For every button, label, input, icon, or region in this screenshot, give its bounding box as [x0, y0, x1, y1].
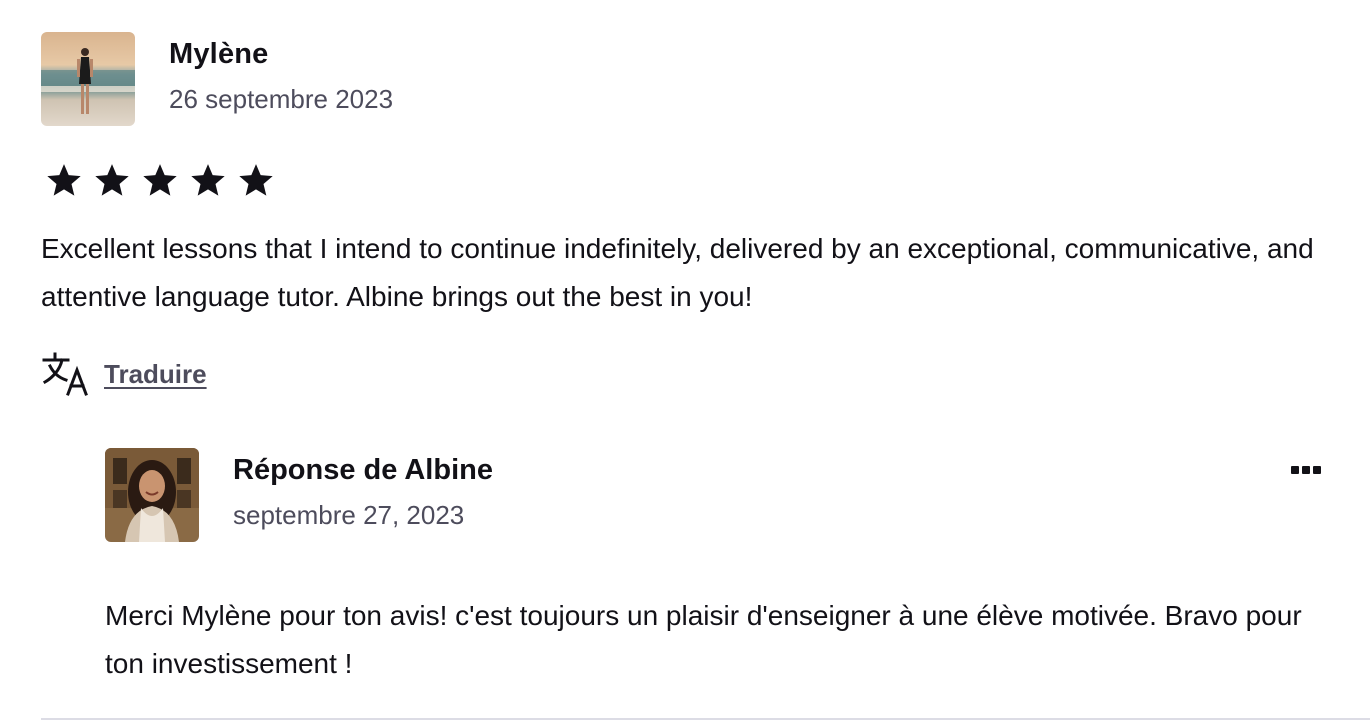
- divider: [41, 718, 1370, 720]
- tutor-avatar: [105, 448, 199, 542]
- more-options-icon: [1313, 466, 1321, 474]
- reply-text: Merci Mylène pour ton avis! c'est toujou…: [105, 600, 1302, 679]
- reviewer-name: Mylène: [169, 38, 269, 70]
- translate-label[interactable]: Traduire: [104, 359, 207, 390]
- more-options-icon: [1302, 466, 1310, 474]
- more-options-icon: [1291, 466, 1299, 474]
- reply-date: septembre 27, 2023: [233, 500, 465, 530]
- reviewer-avatar: [41, 32, 135, 126]
- star-rating: [44, 160, 276, 200]
- star-icon: [95, 164, 129, 196]
- review-card: Mylène 26 septembre 2023 Excellent lesso…: [0, 0, 1370, 722]
- review-text: Excellent lessons that I intend to conti…: [41, 233, 1314, 312]
- review-date: 26 septembre 2023: [169, 84, 394, 114]
- star-icon: [143, 164, 177, 196]
- reply-title: Réponse de Albine: [233, 454, 493, 486]
- star-icon: [191, 164, 225, 196]
- more-options-button[interactable]: [1284, 452, 1328, 488]
- star-icon: [239, 164, 273, 196]
- star-icon: [47, 164, 81, 196]
- translate-button[interactable]: Traduire: [42, 352, 207, 396]
- translate-icon: [42, 352, 88, 396]
